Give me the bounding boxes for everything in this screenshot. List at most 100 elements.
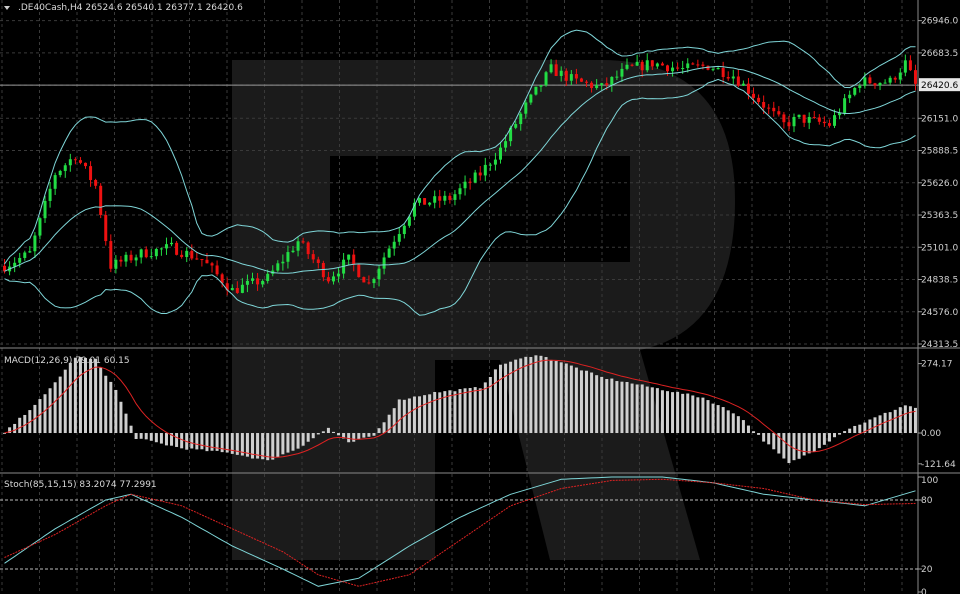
macd-bar (428, 394, 432, 434)
candle-up (681, 68, 685, 70)
candle-up (529, 94, 533, 103)
candle-up (38, 218, 42, 236)
macd-bar (630, 383, 634, 434)
candle-up (832, 115, 836, 126)
candle-up (28, 251, 32, 253)
macd-bar (13, 423, 17, 434)
price-axis-label: 25101.0 (921, 243, 958, 253)
price-axis-label: 24313.5 (921, 340, 958, 350)
candle-up (53, 175, 57, 189)
macd-bar (58, 376, 62, 434)
macd-bar (175, 433, 179, 447)
symbol-header: .DE40Cash,H4 26524.6 26540.1 26377.1 264… (18, 3, 243, 13)
candle-up (63, 165, 67, 171)
candle-up (569, 74, 573, 81)
candle-up (797, 114, 801, 117)
macd-bar (392, 408, 396, 434)
macd-bar (665, 391, 669, 434)
candle-up (18, 257, 22, 263)
stochastic-header: Stoch(85,15,15) 83.2074 77.2991 (4, 480, 157, 490)
candle-down (605, 83, 609, 86)
candle-up (711, 69, 715, 71)
macd-bar (772, 433, 776, 450)
candle-down (554, 64, 558, 76)
macd-bar (306, 433, 310, 442)
candle-down (73, 159, 77, 161)
candle-up (185, 250, 189, 257)
candle-down (590, 82, 594, 88)
candle-up (392, 241, 396, 249)
candle-down (660, 63, 664, 66)
price-axis-label: 25363.5 (921, 211, 958, 221)
price-axis-label: 25626.0 (921, 179, 958, 189)
macd-bar (352, 433, 356, 442)
candle-up (337, 273, 341, 277)
candle-up (610, 76, 614, 86)
macd-bar (139, 433, 143, 439)
candle-up (863, 77, 867, 86)
macd-bar (620, 381, 624, 434)
candle-down (701, 64, 705, 66)
macd-bar (731, 413, 735, 434)
macd-bar (741, 420, 745, 434)
macd-bar (144, 433, 148, 440)
macd-bar (615, 381, 619, 434)
macd-bar (838, 433, 842, 435)
macd-bar (843, 431, 847, 434)
candle-up (488, 164, 492, 166)
candle-down (640, 61, 644, 71)
macd-bar (787, 433, 791, 464)
macd-bar (99, 367, 103, 434)
candle-up (898, 72, 902, 80)
macd-bar (286, 433, 290, 453)
macd-bar (827, 433, 831, 442)
candle-down (109, 241, 113, 269)
candle-down (721, 67, 725, 77)
macd-bar (898, 407, 902, 434)
macd-bar (200, 433, 204, 450)
candle-down (357, 264, 361, 278)
candle-up (514, 124, 518, 128)
macd-bar (382, 422, 386, 434)
candle-down (873, 83, 877, 86)
macd-bar (544, 357, 548, 434)
macd-bar (640, 384, 644, 434)
candle-up (463, 181, 467, 189)
stochastic-axis-label: 0 (921, 588, 927, 594)
macd-bar (321, 431, 325, 434)
candle-up (524, 102, 528, 114)
macd-axis-label: -121.64 (921, 460, 956, 470)
macd-bar (423, 395, 427, 434)
macd-bar (478, 388, 482, 434)
candle-down (362, 277, 366, 283)
macd-bar (458, 389, 462, 434)
candle-up (230, 288, 234, 291)
candle-down (210, 263, 214, 266)
candle-down (205, 259, 209, 264)
candle-down (94, 180, 98, 186)
candle-up (600, 83, 604, 86)
macd-bar (600, 376, 604, 434)
candle-down (762, 101, 766, 108)
candle-down (316, 259, 320, 263)
candle-down (650, 60, 654, 67)
macd-bar (797, 433, 801, 459)
macd-bar (347, 433, 351, 443)
candle-up (433, 196, 437, 203)
macd-bar (114, 389, 118, 434)
candle-up (402, 225, 406, 235)
candle-up (671, 67, 675, 72)
macd-bar (832, 433, 836, 438)
price-axis-label: 26683.5 (921, 49, 958, 59)
candle-up (58, 170, 62, 176)
candle-down (306, 242, 310, 255)
candle-up (686, 63, 690, 69)
macd-bar (18, 417, 22, 434)
candle-up (741, 83, 745, 86)
macd-bar (453, 391, 457, 434)
candle-up (170, 242, 174, 245)
candle-down (180, 254, 184, 257)
candle-up (519, 113, 523, 125)
macd-bar (721, 407, 725, 434)
candle-down (585, 81, 589, 83)
